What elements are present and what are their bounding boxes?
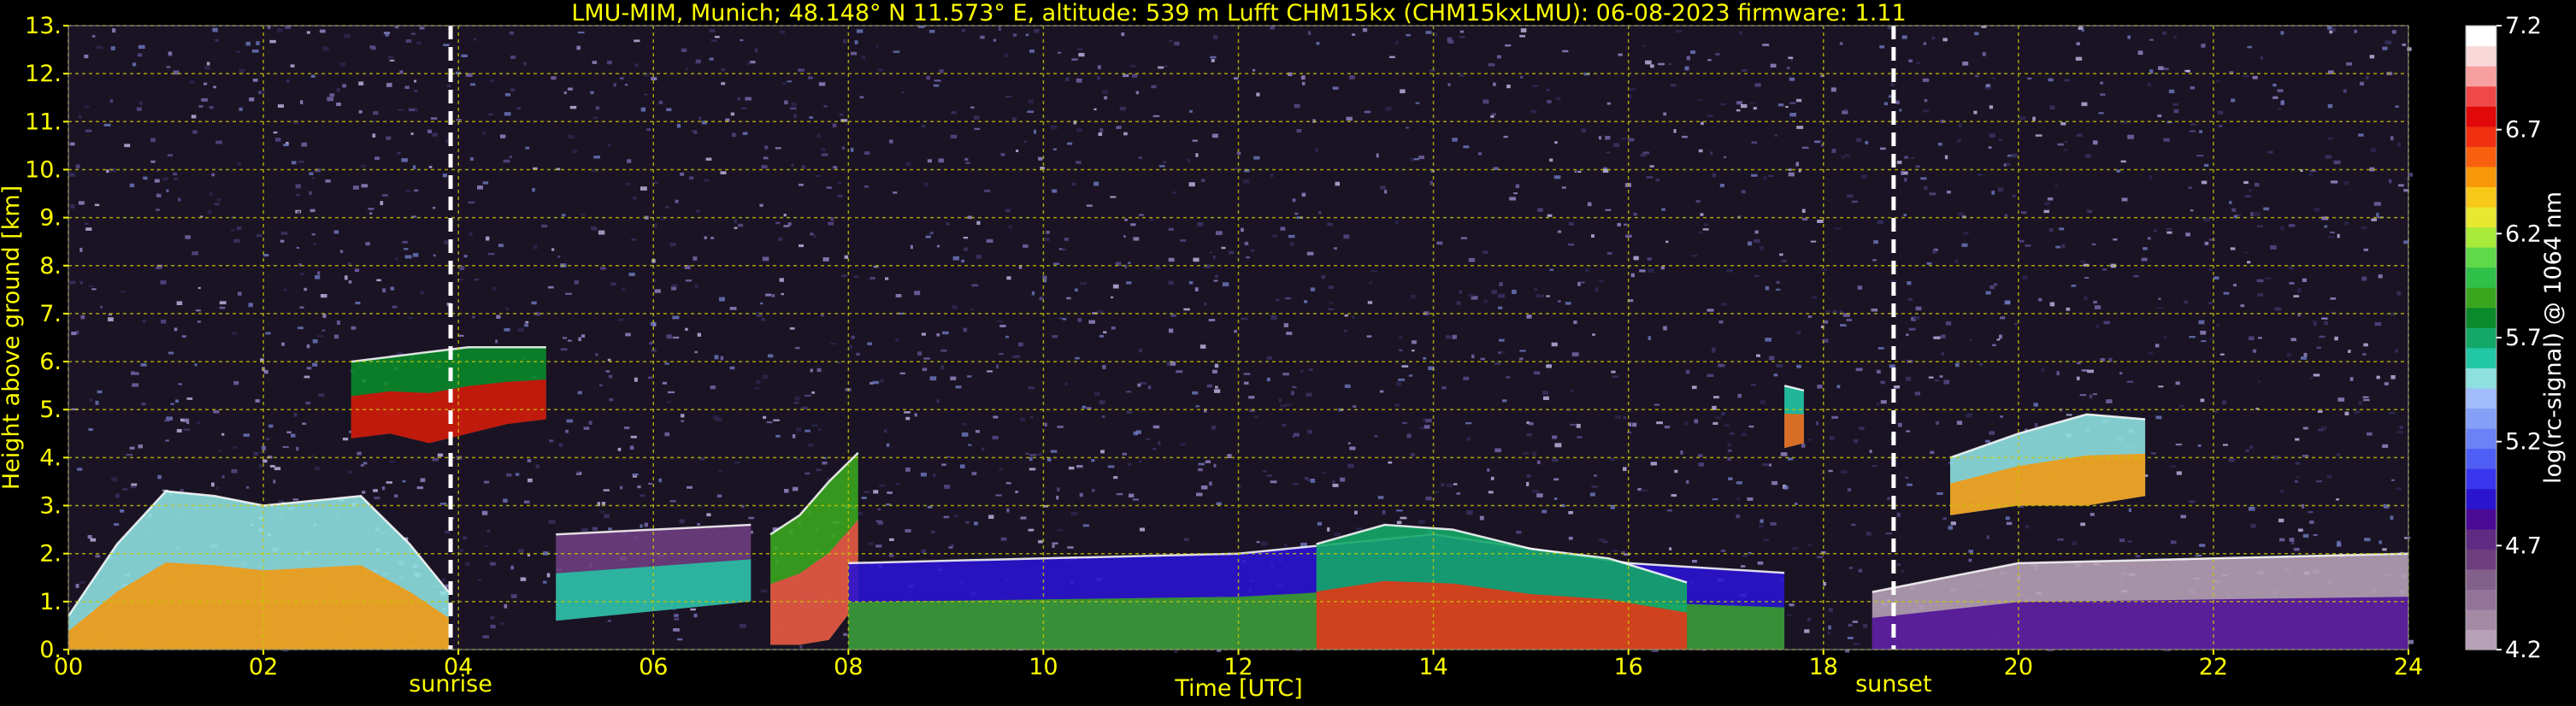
colorbar-segment: [2466, 66, 2496, 87]
colorbar-tick-label: 4.7: [2505, 532, 2542, 559]
colorbar-segment: [2466, 307, 2496, 328]
y-tick-label: 5.: [39, 397, 62, 423]
colorbar-segment: [2466, 509, 2496, 530]
y-tick-label: 13.: [25, 13, 62, 39]
colorbar-segment: [2466, 448, 2496, 469]
x-tick-label: 16: [1613, 654, 1642, 680]
colorbar-segment: [2466, 26, 2496, 47]
colorbar-segment: [2466, 206, 2496, 228]
x-tick-label: 22: [2199, 654, 2228, 680]
colorbar-segment: [2466, 186, 2496, 208]
colorbar-segment: [2466, 568, 2496, 590]
colorbar-tick-label: 6.7: [2505, 117, 2542, 144]
y-tick-label: 8.: [39, 253, 62, 279]
colorbar-segment: [2466, 427, 2496, 450]
colorbar-segment: [2466, 347, 2496, 368]
colorbar-segment: [2466, 387, 2496, 409]
y-tick-label: 9.: [39, 205, 62, 232]
colorbar-segment: [2466, 368, 2496, 389]
colorbar-tick-label: 6.2: [2505, 221, 2542, 247]
colorbar-segment: [2466, 166, 2496, 187]
x-tick-label: 02: [249, 654, 278, 680]
y-tick-label: 2.: [39, 541, 62, 568]
y-tick-label: 6.: [39, 349, 62, 375]
sunrise-label: sunrise: [409, 671, 492, 697]
x-tick-label: 14: [1418, 654, 1447, 680]
colorbar-segment: [2466, 126, 2496, 147]
colorbar-segment: [2466, 528, 2496, 550]
colorbar-segment: [2466, 267, 2496, 288]
colorbar-segment: [2466, 287, 2496, 309]
colorbar-segment: [2466, 45, 2496, 67]
sunset-label: sunset: [1855, 671, 1932, 697]
colorbar-segment: [2466, 589, 2496, 610]
y-tick-label: 12.: [25, 61, 62, 87]
y-tick-label: 7.: [39, 301, 62, 327]
colorbar-segment: [2466, 609, 2496, 631]
x-tick-label: 06: [639, 654, 668, 680]
colorbar-segment: [2466, 146, 2496, 168]
chart-title: LMU-MIM, Munich; 48.148° N 11.573° E, al…: [571, 0, 1906, 26]
y-tick-label: 11.: [25, 109, 62, 135]
signal-cloud-1745: [1783, 384, 1805, 449]
x-tick-label: 08: [834, 654, 863, 680]
colorbar-segment: [2466, 488, 2496, 509]
colorbar-segment: [2466, 629, 2496, 650]
y-tick-label: 0.: [39, 637, 62, 663]
y-tick-label: 10.: [25, 156, 62, 183]
colorbar-tick-label: 5.7: [2505, 325, 2542, 351]
colorbar-segment: [2466, 408, 2496, 429]
x-tick-label: 10: [1029, 654, 1058, 680]
colorbar-tick-label: 7.2: [2505, 13, 2542, 39]
colorbar-segment: [2466, 247, 2496, 268]
x-tick-label: 18: [1809, 654, 1838, 680]
colorbar-segment: [2466, 327, 2496, 349]
colorbar-tick-label: 4.2: [2505, 637, 2542, 663]
colorbar-tick-label: 5.2: [2505, 429, 2542, 456]
y-tick-label: 3.: [39, 493, 62, 520]
colorbar-segment: [2466, 85, 2496, 107]
colorbar-segment: [2466, 227, 2496, 248]
x-tick-label: 20: [2004, 654, 2033, 680]
y-tick-label: 1.: [39, 589, 62, 615]
x-tick-label: 24: [2394, 654, 2423, 680]
colorbar-segment: [2466, 468, 2496, 490]
y-tick-label: 4.: [39, 444, 62, 471]
colorbar-segment: [2466, 106, 2496, 127]
lidar-figure: LMU-MIM, Munich; 48.148° N 11.573° E, al…: [0, 0, 2576, 706]
x-axis-label: Time [UTC]: [1174, 675, 1302, 702]
y-axis-label: Height above ground [km]: [0, 185, 25, 490]
plot-area: [67, 25, 2414, 654]
colorbar-label: log(rc-signal) @ 1064 nm: [2540, 191, 2567, 484]
colorbar-segment: [2466, 549, 2496, 570]
